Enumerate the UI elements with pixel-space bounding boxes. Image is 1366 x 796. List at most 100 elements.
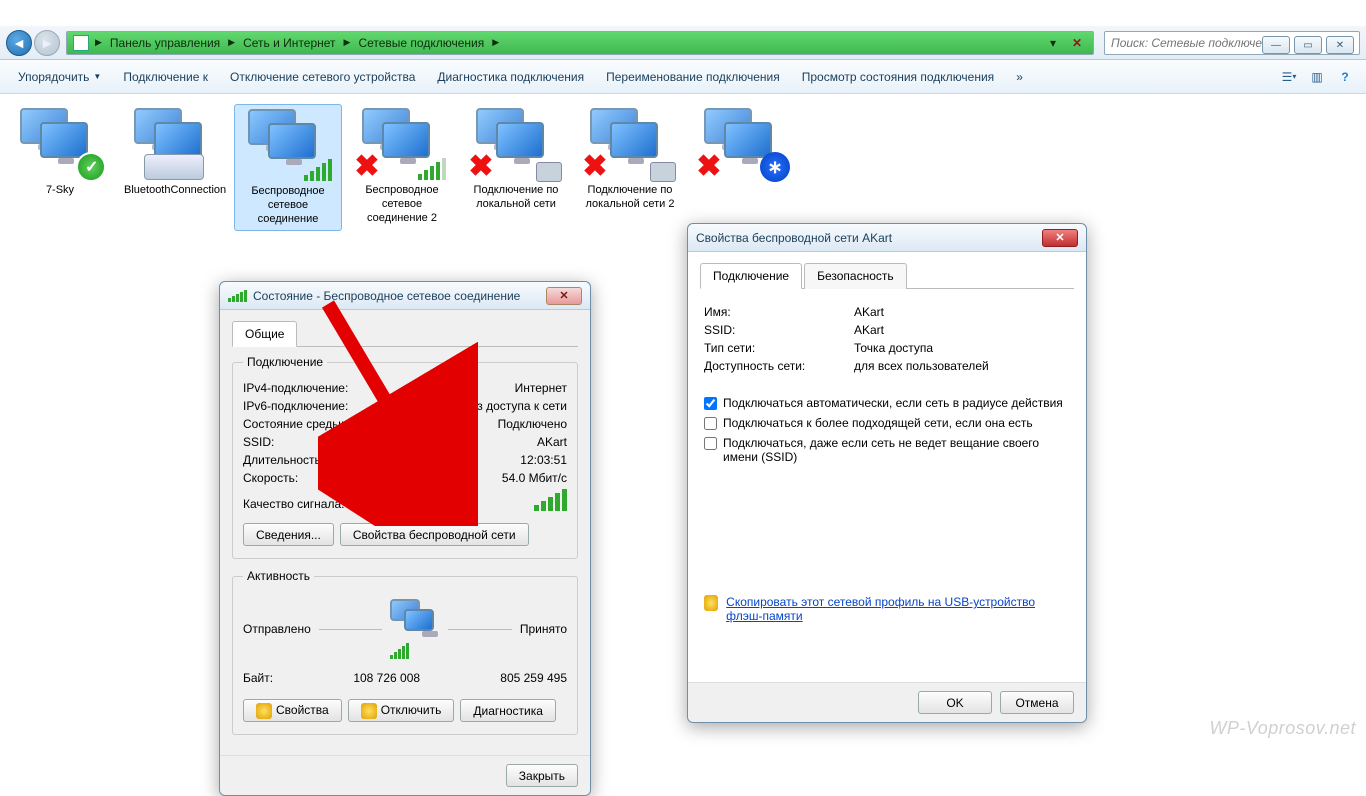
connected-check-icon xyxy=(76,152,106,182)
bluetooth-icon: ∗ xyxy=(760,152,790,182)
checkbox-better-network[interactable]: Подключаться к более подходящей сети, ес… xyxy=(704,413,1070,433)
connection-item[interactable]: ✖∗ xyxy=(690,104,798,188)
toolbar-connect-to[interactable]: Подключение к xyxy=(113,66,218,88)
media-state-value: Подключено xyxy=(498,417,567,431)
toolbar-overflow[interactable]: » xyxy=(1006,66,1033,88)
connection-label: Подключение по локальной сети 2 xyxy=(580,184,680,212)
signal-bars-icon xyxy=(418,158,446,180)
sent-label: Отправлено xyxy=(243,622,311,636)
dialog-titlebar[interactable]: Состояние - Беспроводное сетевое соедине… xyxy=(220,282,590,310)
checkbox-label: Подключаться автоматически, если сеть в … xyxy=(723,396,1063,410)
ssid-label: SSID: xyxy=(704,323,814,337)
disabled-x-icon: ✖ xyxy=(694,154,724,184)
availability-label: Доступность сети: xyxy=(704,359,814,373)
breadcrumb-item[interactable]: Панель управления xyxy=(104,36,226,50)
tab-security[interactable]: Безопасность xyxy=(804,263,907,289)
activity-computers-icon xyxy=(390,599,440,639)
connection-item[interactable]: ✖ Подключение по локальной сети xyxy=(462,104,570,216)
breadcrumb-item[interactable]: Сетевые подключения xyxy=(352,36,490,50)
bytes-label: Байт: xyxy=(243,671,273,685)
connection-label: Беспроводное сетевое соединение xyxy=(239,185,337,226)
breadcrumb-clear-button[interactable]: ✕ xyxy=(1067,33,1087,53)
dialog-title: Состояние - Беспроводное сетевое соедине… xyxy=(253,289,520,303)
name-label: Имя: xyxy=(704,305,814,319)
breadcrumb-separator: ▶ xyxy=(226,37,237,48)
connection-label: Беспроводное сетевое соединение 2 xyxy=(352,184,452,225)
breadcrumb[interactable]: ▶ Панель управления ▶ Сеть и Интернет ▶ … xyxy=(66,31,1094,55)
shield-icon xyxy=(361,703,377,719)
breadcrumb-item[interactable]: Сеть и Интернет xyxy=(237,36,341,50)
breadcrumb-separator: ▶ xyxy=(490,37,501,48)
address-bar-row: ◄ ► ▶ Панель управления ▶ Сеть и Интерне… xyxy=(0,26,1366,60)
ssid-value: AKart xyxy=(537,435,567,449)
tabstrip: Подключение Безопасность xyxy=(700,262,1074,289)
dialog-close-button[interactable]: ✕ xyxy=(546,287,582,305)
tab-general[interactable]: Общие xyxy=(232,321,297,347)
ipv6-label: IPv6-подключение: xyxy=(243,399,348,413)
tabstrip: Общие xyxy=(232,320,578,347)
checkbox-input[interactable] xyxy=(704,437,717,450)
nav-back-button[interactable]: ◄ xyxy=(6,30,32,56)
connection-item-selected[interactable]: Беспроводное сетевое соединение xyxy=(234,104,342,231)
duration-label: Длительность: xyxy=(243,453,324,467)
wireless-properties-dialog: Свойства беспроводной сети AKart ✕ Подкл… xyxy=(687,223,1087,723)
signal-quality-label: Качество сигнала: xyxy=(243,497,344,511)
signal-quality-bars xyxy=(534,489,567,511)
shield-icon xyxy=(704,595,718,611)
toolbar-rename[interactable]: Переименование подключения xyxy=(596,66,790,88)
window-close-button[interactable]: ✕ xyxy=(1326,36,1354,54)
dialog-titlebar[interactable]: Свойства беспроводной сети AKart ✕ xyxy=(688,224,1086,252)
wireless-properties-button[interactable]: Свойства беспроводной сети xyxy=(340,523,529,546)
network-type-value: Точка доступа xyxy=(854,341,933,355)
command-bar: Упорядочить▼ Подключение к Отключение се… xyxy=(0,60,1366,94)
group-connection: Подключение IPv4-подключение:Интернет IP… xyxy=(232,355,578,559)
availability-value: для всех пользователей xyxy=(854,359,989,373)
tab-connection[interactable]: Подключение xyxy=(700,263,802,289)
speed-value: 54.0 Мбит/с xyxy=(502,471,567,485)
copy-profile-link[interactable]: Скопировать этот сетевой профиль на USB-… xyxy=(726,595,1070,623)
toolbar-disable-device[interactable]: Отключение сетевого устройства xyxy=(220,66,425,88)
toolbar-diagnose[interactable]: Диагностика подключения xyxy=(427,66,594,88)
nav-forward-button[interactable]: ► xyxy=(34,30,60,56)
connection-label: 7-Sky xyxy=(10,184,110,198)
connection-label: Подключение по локальной сети xyxy=(466,184,566,212)
cancel-button[interactable]: Отмена xyxy=(1000,691,1074,714)
ethernet-cable-icon xyxy=(650,162,676,182)
checkbox-hidden-ssid[interactable]: Подключаться, даже если сеть не ведет ве… xyxy=(704,433,1070,467)
view-options-button[interactable]: ☰▾ xyxy=(1276,65,1302,89)
breadcrumb-separator: ▶ xyxy=(342,37,353,48)
signal-bars-icon xyxy=(304,159,332,181)
watermark: WP-Voprosov.net xyxy=(1209,718,1356,739)
signal-bars-icon xyxy=(390,643,440,659)
modem-icon xyxy=(144,154,204,180)
connection-item[interactable]: BluetoothConnection xyxy=(120,104,228,202)
checkbox-label: Подключаться к более подходящей сети, ес… xyxy=(723,416,1033,430)
ok-button[interactable]: OK xyxy=(918,691,992,714)
preview-pane-button[interactable]: ▥ xyxy=(1304,65,1330,89)
toolbar-organize[interactable]: Упорядочить▼ xyxy=(8,66,111,88)
details-button[interactable]: Сведения... xyxy=(243,523,334,546)
connection-item[interactable]: ✖ Подключение по локальной сети 2 xyxy=(576,104,684,216)
connection-item[interactable]: 7-Sky xyxy=(6,104,114,202)
checkbox-auto-connect[interactable]: Подключаться автоматически, если сеть в … xyxy=(704,393,1070,413)
window-maximize-button[interactable]: ▭ xyxy=(1294,36,1322,54)
dialog-close-button[interactable]: ✕ xyxy=(1042,229,1078,247)
toolbar-view-status[interactable]: Просмотр состояния подключения xyxy=(792,66,1004,88)
disabled-x-icon: ✖ xyxy=(466,154,496,184)
network-type-label: Тип сети: xyxy=(704,341,814,355)
breadcrumb-dropdown-icon[interactable]: ▾ xyxy=(1043,33,1063,53)
checkbox-input[interactable] xyxy=(704,397,717,410)
received-label: Принято xyxy=(520,622,567,636)
connection-item[interactable]: ✖ Беспроводное сетевое соединение 2 xyxy=(348,104,456,229)
connections-list: 7-Sky BluetoothConnection Беспроводное с… xyxy=(0,94,1366,241)
help-button[interactable]: ? xyxy=(1332,65,1358,89)
ethernet-cable-icon xyxy=(536,162,562,182)
name-value: AKart xyxy=(854,305,884,319)
checkbox-input[interactable] xyxy=(704,417,717,430)
disabled-x-icon: ✖ xyxy=(580,154,610,184)
window-minimize-button[interactable]: — xyxy=(1262,36,1290,54)
media-state-label: Состояние среды: xyxy=(243,417,344,431)
group-connection-legend: Подключение xyxy=(243,355,327,369)
close-button[interactable]: Закрыть xyxy=(506,764,578,787)
ipv4-value: Интернет xyxy=(515,381,567,395)
